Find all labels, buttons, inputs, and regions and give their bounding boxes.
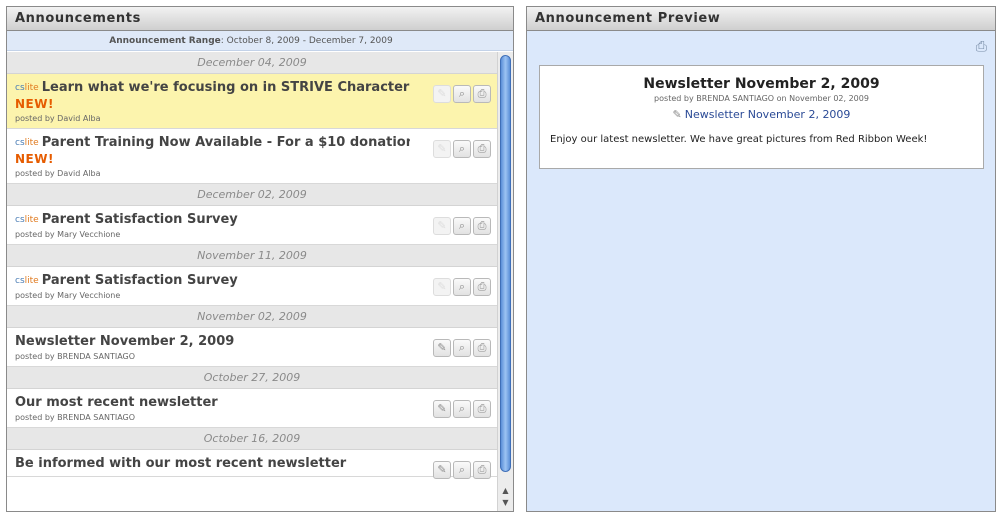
- magnifier-icon[interactable]: ⌕: [453, 217, 471, 235]
- announcement-title[interactable]: Parent Satisfaction Survey: [42, 212, 238, 227]
- announcement-item[interactable]: cslite Parent Satisfaction Survey posted …: [7, 206, 497, 245]
- paperclip-icon[interactable]: ✎: [433, 339, 451, 357]
- printer-icon[interactable]: ⎙: [473, 400, 491, 418]
- date-separator: October 16, 2009: [7, 428, 497, 450]
- preview-header: Announcement Preview: [527, 7, 995, 31]
- paperclip-icon: ✎: [433, 85, 451, 103]
- printer-icon[interactable]: ⎙: [473, 140, 491, 158]
- preview-posted-by: posted by BRENDA SANTIAGO on November 02…: [654, 94, 869, 103]
- posted-by: posted by David Alba: [15, 169, 101, 178]
- announcement-title[interactable]: Newsletter November 2, 2009: [15, 334, 410, 349]
- announcement-item[interactable]: Our most recent newsletter posted by BRE…: [7, 389, 497, 428]
- magnifier-icon[interactable]: ⌕: [453, 339, 471, 357]
- date-separator: October 27, 2009: [7, 367, 497, 389]
- new-badge: NEW!: [15, 152, 54, 166]
- announcement-item[interactable]: cslite Learn what we're focusing on in ST…: [7, 74, 497, 129]
- list-scrollbar[interactable]: ▲ ▼: [497, 52, 513, 511]
- magnifier-icon[interactable]: ⌕: [453, 85, 471, 103]
- printer-icon[interactable]: ⎙: [473, 217, 491, 235]
- scrollbar-thumb[interactable]: [500, 55, 511, 472]
- announcements-panel: Announcements Announcement Range: Octobe…: [6, 6, 514, 512]
- date-separator: December 02, 2009: [7, 184, 497, 206]
- announcement-item[interactable]: Be informed with our most recent newslet…: [7, 450, 497, 479]
- print-preview-icon[interactable]: ⎙: [976, 39, 987, 55]
- printer-icon[interactable]: ⎙: [473, 278, 491, 296]
- range-value: October 8, 2009 - December 7, 2009: [226, 36, 393, 46]
- cslite-logo-icon: cslite: [15, 138, 39, 148]
- paperclip-icon: ✎: [433, 217, 451, 235]
- announcement-list: December 04, 2009 cslite Learn what we're…: [7, 52, 497, 511]
- new-badge: NEW!: [15, 97, 54, 111]
- printer-icon[interactable]: ⎙: [473, 461, 491, 479]
- magnifier-icon[interactable]: ⌕: [453, 278, 471, 296]
- announcement-title[interactable]: Parent Training Now Available - For a $1…: [42, 135, 410, 150]
- range-label: Announcement Range: [109, 36, 221, 46]
- posted-by: posted by BRENDA SANTIAGO: [15, 413, 136, 422]
- printer-icon[interactable]: ⎙: [473, 85, 491, 103]
- announcement-title[interactable]: Our most recent newsletter: [15, 395, 410, 410]
- posted-by: posted by Mary Vecchione: [15, 291, 121, 300]
- preview-card: Newsletter November 2, 2009 posted by BR…: [539, 65, 984, 169]
- announcement-range: Announcement Range: October 8, 2009 - De…: [7, 31, 513, 51]
- paperclip-icon: ✎: [433, 278, 451, 296]
- cslite-logo-icon: cslite: [15, 215, 39, 225]
- posted-by: posted by BRENDA SANTIAGO: [15, 352, 136, 361]
- printer-icon[interactable]: ⎙: [473, 339, 491, 357]
- announcement-title[interactable]: Be informed with our most recent newslet…: [15, 456, 410, 471]
- preview-title: Newsletter November 2, 2009: [643, 76, 880, 92]
- announcement-preview-panel: Announcement Preview ⎙ Newsletter Novemb…: [526, 6, 996, 512]
- date-separator: November 02, 2009: [7, 306, 497, 328]
- posted-by: posted by David Alba: [15, 114, 101, 123]
- announcement-item[interactable]: cslite Parent Training Now Available - Fo…: [7, 129, 497, 184]
- cslite-logo-icon: cslite: [15, 276, 39, 286]
- paperclip-icon: ✎: [672, 108, 682, 121]
- paperclip-icon[interactable]: ✎: [433, 461, 451, 479]
- announcements-header: Announcements: [7, 7, 513, 31]
- date-separator: November 11, 2009: [7, 245, 497, 267]
- announcement-item[interactable]: cslite Parent Satisfaction Survey posted …: [7, 267, 497, 306]
- magnifier-icon[interactable]: ⌕: [453, 140, 471, 158]
- scroll-down-arrow-icon[interactable]: ▼: [498, 498, 513, 510]
- scroll-up-arrow-icon[interactable]: ▲: [498, 486, 513, 498]
- cslite-logo-icon: cslite: [15, 83, 39, 93]
- paperclip-icon[interactable]: ✎: [433, 400, 451, 418]
- announcement-title[interactable]: Parent Satisfaction Survey: [42, 273, 238, 288]
- announcement-item[interactable]: Newsletter November 2, 2009 posted by BR…: [7, 328, 497, 367]
- preview-body: Enjoy our latest newsletter. We have gre…: [550, 134, 928, 145]
- magnifier-icon[interactable]: ⌕: [453, 461, 471, 479]
- date-separator: December 04, 2009: [7, 52, 497, 74]
- paperclip-icon: ✎: [433, 140, 451, 158]
- magnifier-icon[interactable]: ⌕: [453, 400, 471, 418]
- posted-by: posted by Mary Vecchione: [15, 230, 121, 239]
- announcement-title[interactable]: Learn what we're focusing on in STRIVE C…: [42, 80, 410, 95]
- attachment-link[interactable]: ✎ Newsletter November 2, 2009: [550, 108, 973, 121]
